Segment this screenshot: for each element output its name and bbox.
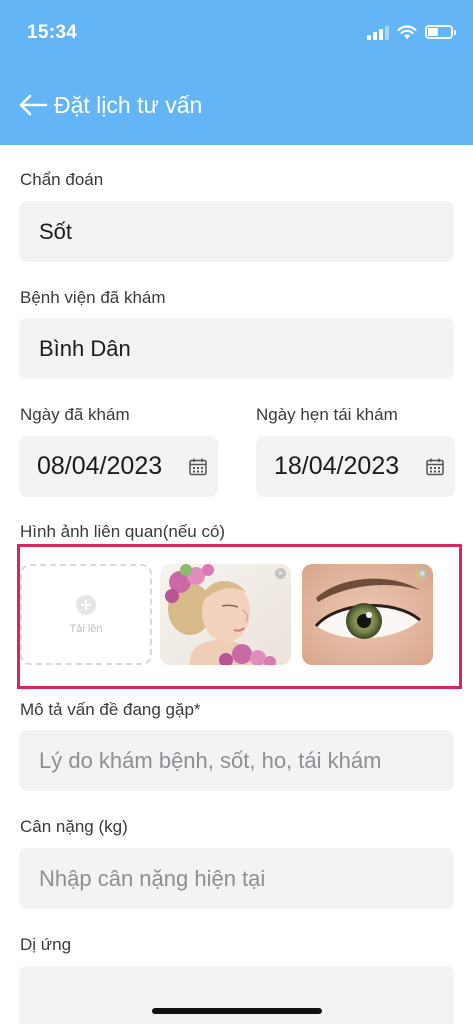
page-title: Đặt lịch tư vấn [54, 91, 203, 118]
image-thumbnail[interactable]: × [302, 564, 433, 665]
exam-date-field[interactable]: 08/04/2023 [19, 436, 218, 497]
home-indicator [152, 1008, 322, 1014]
followup-date-label: Ngày hẹn tái khám [256, 405, 398, 424]
description-label: Mô tả vấn đề đang gặp* [20, 700, 201, 719]
status-bar: 15:34 [0, 0, 473, 70]
remove-image-icon[interactable]: × [417, 568, 428, 579]
description-placeholder: Lý do khám bệnh, sốt, ho, tái khám [39, 747, 382, 773]
hospital-label: Bệnh viện đã khám [20, 288, 166, 307]
status-time: 15:34 [27, 22, 78, 43]
status-icons [367, 24, 456, 40]
cellular-signal-icon [367, 24, 389, 40]
app-header: 15:34 Đặt lịch tư vấn [0, 0, 473, 145]
weight-placeholder: Nhập cân nặng hiện tại [39, 865, 266, 891]
wifi-icon [397, 24, 417, 39]
hospital-value: Bình Dân [39, 335, 131, 361]
remove-image-icon[interactable]: × [275, 568, 286, 579]
arrow-left-icon [19, 94, 48, 116]
followup-date-value: 18/04/2023 [274, 452, 400, 480]
back-button[interactable] [18, 88, 52, 122]
weight-label: Cân nặng (kg) [20, 817, 128, 836]
exam-date-value: 08/04/2023 [37, 452, 163, 480]
diagnosis-field[interactable]: Sốt [19, 201, 454, 262]
weight-input[interactable]: Nhập cân nặng hiện tại [19, 848, 454, 909]
calendar-icon[interactable] [188, 457, 208, 477]
allergy-label: Dị ứng [20, 935, 72, 954]
images-label: Hình ảnh liên quan(nếu có) [20, 522, 226, 541]
battery-icon [425, 25, 456, 39]
diagnosis-label: Chẩn đoán [20, 170, 104, 189]
hospital-field[interactable]: Bình Dân [19, 318, 454, 379]
followup-date-field[interactable]: 18/04/2023 [256, 436, 455, 497]
images-section: Tải lên × × [17, 544, 462, 689]
upload-button[interactable]: Tải lên [20, 564, 152, 665]
allergy-input[interactable] [19, 966, 454, 1024]
diagnosis-value: Sốt [39, 218, 73, 244]
image-thumbnail[interactable]: × [160, 564, 291, 665]
exam-date-label: Ngày đã khám [20, 405, 130, 424]
calendar-icon[interactable] [425, 457, 445, 477]
description-input[interactable]: Lý do khám bệnh, sốt, ho, tái khám [19, 730, 454, 791]
upload-label: Tải lên [69, 622, 103, 635]
nav-bar: Đặt lịch tư vấn [18, 88, 202, 122]
plus-icon [76, 594, 96, 615]
